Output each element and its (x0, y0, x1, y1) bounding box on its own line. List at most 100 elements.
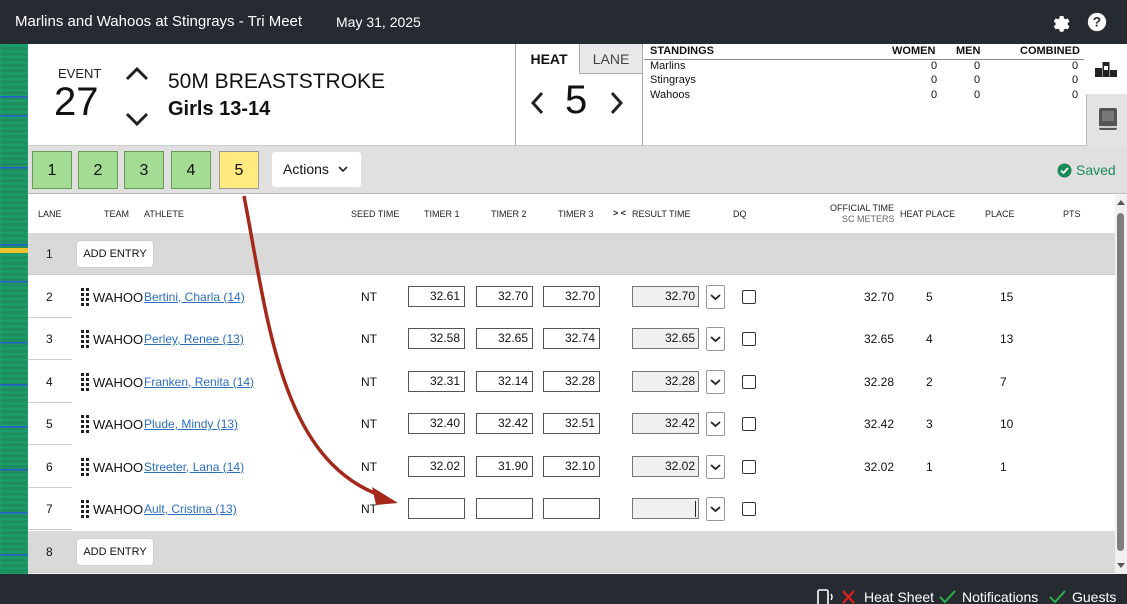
heat-button-4[interactable]: 4 (171, 151, 211, 189)
add-entry-button[interactable]: ADD ENTRY (77, 241, 153, 267)
gear-icon[interactable] (1049, 11, 1071, 33)
drag-handle-icon[interactable] (81, 372, 89, 391)
timer-2-input[interactable] (476, 498, 533, 519)
result-dropdown[interactable] (706, 327, 725, 351)
timer-2-input[interactable]: 32.70 (476, 285, 533, 307)
athlete-link[interactable]: Perley, Renee (13) (144, 332, 244, 346)
dq-checkbox[interactable] (742, 459, 756, 474)
timer-3-input[interactable] (543, 498, 600, 519)
actions-button[interactable]: Actions (272, 152, 361, 187)
table-row: 3 WAHOO Perley, Renee (13) NT 32.58 32.6… (28, 318, 1115, 360)
swap-times-button[interactable]: > < (613, 208, 626, 218)
timer-3-input[interactable]: 32.10 (543, 455, 600, 477)
dq-checkbox[interactable] (742, 502, 756, 516)
drag-handle-icon[interactable] (81, 330, 89, 348)
timer-1-input[interactable]: 32.61 (408, 285, 465, 307)
chevron-down-icon (710, 463, 721, 470)
app-header: Marlins and Wahoos at Stingrays - Tri Me… (0, 0, 1127, 44)
timer-2-input[interactable]: 32.14 (476, 370, 533, 392)
athlete-link[interactable]: Franken, Renita (14) (144, 375, 254, 389)
next-heat-icon[interactable] (606, 90, 626, 116)
seed-time: NT (361, 374, 377, 389)
prev-heat-icon[interactable] (528, 90, 548, 116)
col-athlete: ATHLETE (144, 209, 184, 219)
standings-row: Stingrays 0 0 0 (644, 74, 1084, 89)
dq-checkbox[interactable] (742, 417, 756, 431)
podium-icon[interactable] (1094, 58, 1118, 78)
col-timer-1: TIMER 1 (424, 209, 460, 219)
timer-1-input[interactable] (408, 498, 465, 519)
result-time-field[interactable] (632, 498, 699, 519)
svg-text:?: ? (1093, 15, 1101, 30)
result-time-field[interactable]: 32.28 (632, 370, 699, 392)
timer-3-input[interactable]: 32.51 (543, 413, 600, 434)
standings-men: 0 (974, 59, 981, 72)
table-row: 7 WAHOO Ault, Cristina (13) NT (28, 488, 1115, 530)
add-entry-button[interactable]: ADD ENTRY (77, 539, 153, 565)
result-dropdown[interactable] (706, 369, 725, 394)
event-progress-strip[interactable] (0, 44, 28, 574)
results-column-headers: LANE TEAM ATHLETE SEED TIME TIMER 1 TIME… (28, 195, 1115, 233)
result-dropdown[interactable] (706, 284, 725, 309)
place: 13 (1000, 332, 1014, 346)
heat-place: 3 (926, 417, 933, 431)
lane-number: 3 (46, 332, 53, 346)
scroll-up-icon[interactable] (1117, 199, 1125, 205)
tab-heat[interactable]: HEAT (518, 44, 580, 74)
meet-date: May 31, 2025 (336, 14, 421, 30)
dq-checkbox[interactable] (742, 374, 756, 389)
athlete-link[interactable]: Bertini, Charla (14) (144, 290, 245, 304)
lane-number: 8 (46, 545, 53, 559)
timer-1-input[interactable]: 32.58 (408, 328, 465, 349)
drag-handle-icon[interactable] (81, 457, 89, 476)
dq-checkbox[interactable] (742, 332, 756, 346)
scrollbar-thumb[interactable] (1117, 213, 1124, 551)
timer-2-input[interactable]: 32.42 (476, 413, 533, 434)
athlete-link[interactable]: Ault, Cristina (13) (144, 502, 237, 516)
athlete-link[interactable]: Plude, Mindy (13) (144, 417, 238, 431)
heat-button-3[interactable]: 3 (124, 151, 164, 189)
scroll-down-icon[interactable] (1117, 563, 1125, 569)
timer-2-input[interactable]: 31.90 (476, 455, 533, 477)
event-down-icon[interactable] (123, 109, 151, 129)
chevron-down-icon (710, 378, 721, 385)
heat-button-1[interactable]: 1 (32, 151, 72, 189)
dq-checkbox[interactable] (742, 289, 756, 304)
drag-handle-icon[interactable] (81, 415, 89, 433)
team-name: WAHOO (93, 374, 144, 390)
result-dropdown[interactable] (706, 412, 725, 436)
timer-1-input[interactable]: 32.31 (408, 370, 465, 392)
notifications-status[interactable]: Notifications (962, 589, 1038, 604)
guests-status[interactable]: Guests (1072, 589, 1116, 604)
timer-2-input[interactable]: 32.65 (476, 328, 533, 349)
place: 10 (1000, 417, 1014, 431)
athlete-link[interactable]: Streeter, Lana (14) (144, 460, 244, 474)
heat-button-5[interactable]: 5 (219, 151, 259, 189)
event-up-icon[interactable] (123, 64, 151, 84)
heat-sheet-status[interactable]: Heat Sheet (864, 589, 934, 604)
side-buttons (1086, 44, 1127, 146)
result-time-field[interactable]: 32.42 (632, 413, 699, 434)
result-time-field[interactable]: 32.70 (632, 285, 699, 307)
timer-1-input[interactable]: 32.02 (408, 455, 465, 477)
scrollbar[interactable] (1115, 195, 1127, 574)
timer-3-input[interactable]: 32.74 (543, 328, 600, 349)
tab-lane[interactable]: LANE (579, 44, 642, 74)
drag-handle-icon[interactable] (81, 500, 89, 518)
col-team: TEAM (104, 209, 130, 219)
table-row: 6 WAHOO Streeter, Lana (14) NT 32.02 31.… (28, 445, 1115, 488)
result-time-field[interactable]: 32.02 (632, 455, 699, 477)
lane-number: 4 (46, 374, 53, 389)
seed-time: NT (361, 289, 377, 304)
result-time-field[interactable]: 32.65 (632, 328, 699, 349)
timer-3-input[interactable]: 32.28 (543, 370, 600, 392)
standings-men: 0 (974, 88, 981, 101)
drag-handle-icon[interactable] (81, 287, 89, 306)
book-button[interactable] (1086, 94, 1127, 146)
timer-1-input[interactable]: 32.40 (408, 413, 465, 434)
heat-button-2[interactable]: 2 (78, 151, 118, 189)
result-dropdown[interactable] (706, 454, 725, 479)
timer-3-input[interactable]: 32.70 (543, 285, 600, 307)
result-dropdown[interactable] (706, 497, 725, 521)
help-icon[interactable]: ? (1086, 11, 1108, 33)
